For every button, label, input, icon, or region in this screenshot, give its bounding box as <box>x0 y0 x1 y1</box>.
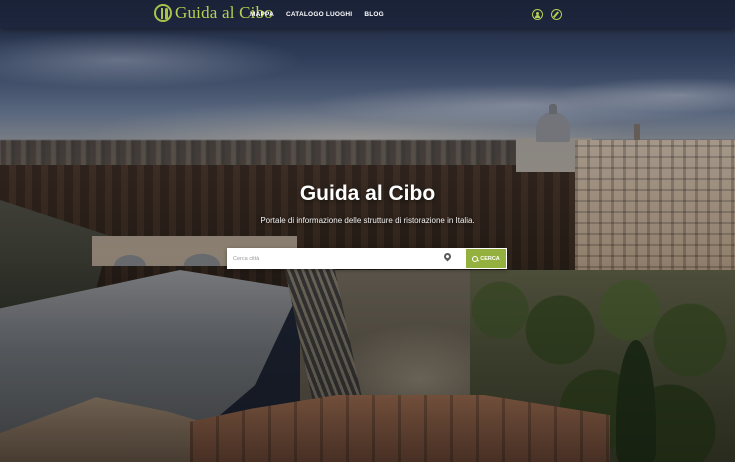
nav-link-blog[interactable]: BLOG <box>364 11 384 18</box>
search-button[interactable]: CERCA <box>466 249 506 268</box>
search-icon <box>472 255 479 262</box>
nav-link-catalogo-luoghi[interactable]: CATALOGO LUOGHI <box>286 11 352 18</box>
top-navbar: Guida al Cibo MAPPA CATALOGO LUOGHI BLOG <box>0 0 735 28</box>
hero-subtitle: Portale di informazione delle strutture … <box>260 216 475 225</box>
hero-title: Guida al Cibo <box>299 182 436 205</box>
search-bar <box>227 248 507 269</box>
search-button-label: CERCA <box>480 255 500 262</box>
compass-icon[interactable] <box>551 9 562 20</box>
nav-link-mappa[interactable]: MAPPA <box>250 11 274 18</box>
dark-overlay <box>0 0 735 462</box>
city-search-input[interactable] <box>227 248 442 269</box>
main-nav: MAPPA CATALOGO LUOGHI BLOG <box>250 0 384 28</box>
fork-knife-logo-icon <box>154 4 172 22</box>
hero-background-image <box>0 0 735 462</box>
user-icon[interactable] <box>532 9 543 20</box>
